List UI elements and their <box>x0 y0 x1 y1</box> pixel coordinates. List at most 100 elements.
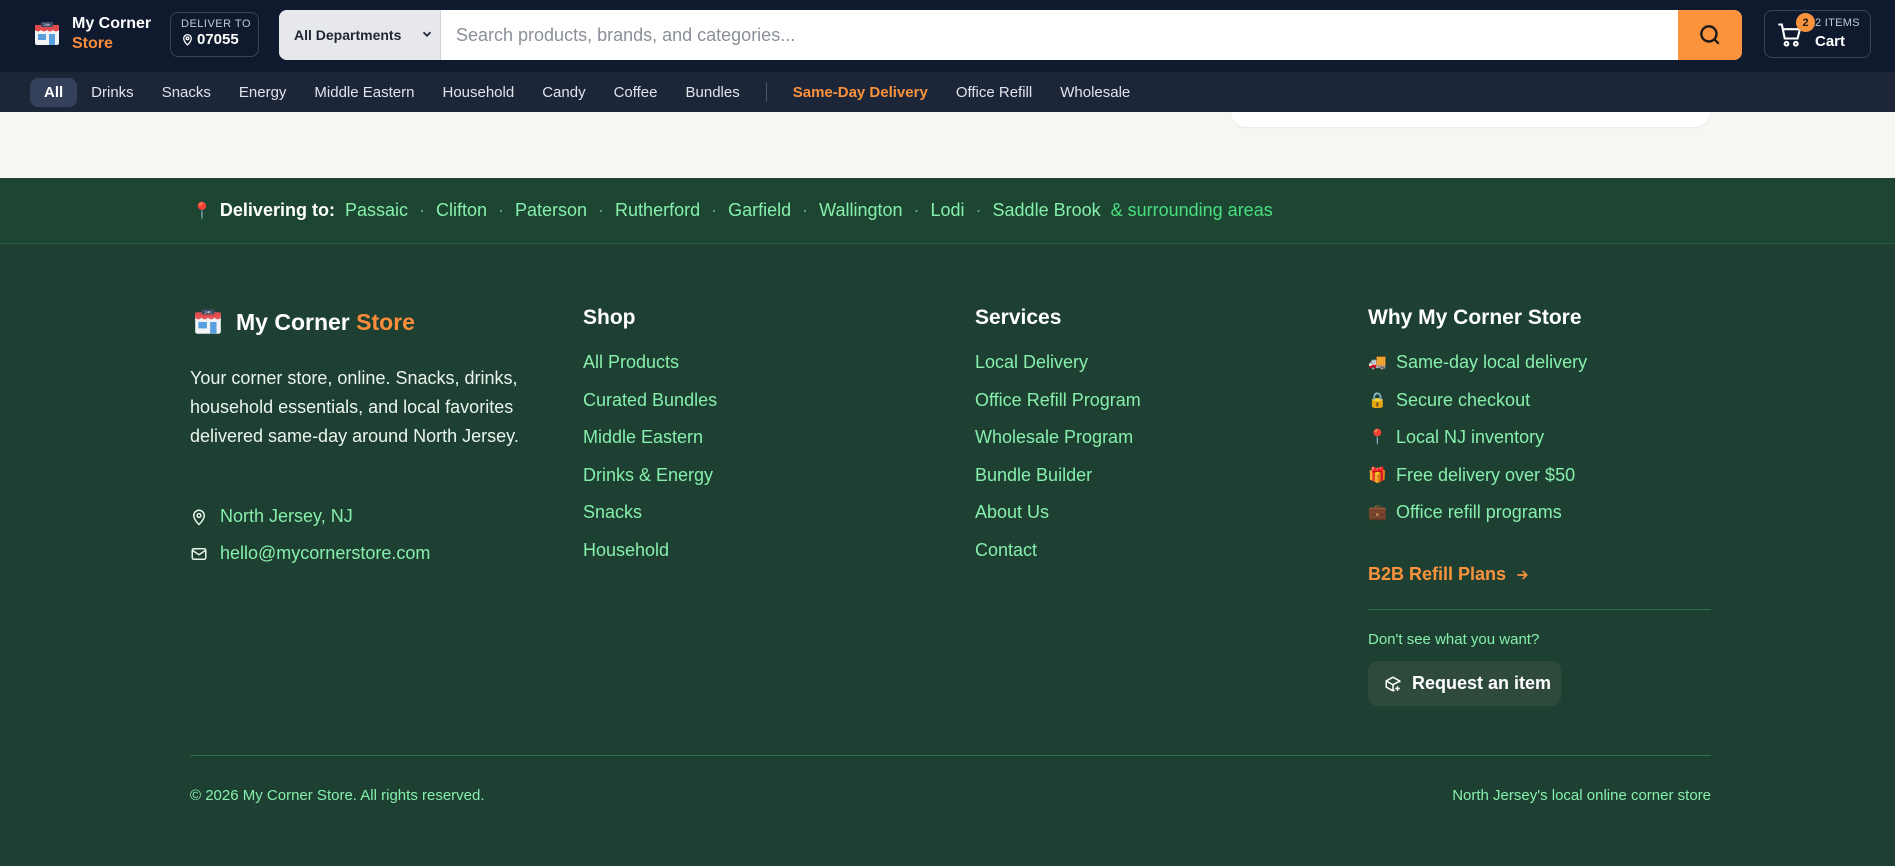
mail-icon <box>191 547 207 560</box>
chevron-down-icon <box>422 31 432 37</box>
footer-link-household[interactable]: Household <box>583 532 717 570</box>
search-input[interactable] <box>441 10 1678 60</box>
why-item: 🎁 Free delivery over $50 <box>1368 457 1711 495</box>
footer-link-middle-eastern[interactable]: Middle Eastern <box>583 419 717 457</box>
search-button[interactable] <box>1678 10 1742 60</box>
b2b-refill-plans-link[interactable]: B2B Refill Plans <box>1368 564 1530 585</box>
footer-brand-name: My Corner Store <box>236 309 415 336</box>
why-item: 📍 Local NJ inventory <box>1368 419 1711 457</box>
surrounding-areas: & surrounding areas <box>1110 200 1273 220</box>
why-item-text: Secure checkout <box>1396 389 1531 410</box>
site-footer: 24h My Corner Store Your corner store, o… <box>0 244 1895 866</box>
delivery-area-strip: 📍 Delivering to: Passaic · Clifton · Pat… <box>0 178 1895 244</box>
content-card-edge <box>1231 112 1710 127</box>
why-item-text: Same-day local delivery <box>1396 352 1588 372</box>
separator-dot: · <box>913 200 920 220</box>
cart-button[interactable]: 2 2 ITEMS Cart <box>1764 10 1871 58</box>
deliver-to-selector[interactable]: DELIVER TO 07055 <box>170 12 259 57</box>
why-item-text: Free delivery over $50 <box>1396 464 1576 485</box>
map-pin-icon <box>183 33 192 46</box>
separator-dot: · <box>418 200 425 220</box>
zip-value: 07055 <box>197 31 239 48</box>
category-tab-drinks[interactable]: Drinks <box>77 78 148 107</box>
footer-link-about-us[interactable]: About Us <box>975 494 1141 532</box>
storefront-icon: 24h <box>195 309 221 334</box>
footer-link-all-products[interactable]: All Products <box>583 344 717 382</box>
request-item-button[interactable]: Request an item <box>1368 661 1561 706</box>
cart-items-count: 2 ITEMS <box>1815 17 1860 29</box>
footer-slogan: North Jersey's local online corner store <box>1452 787 1711 804</box>
truck-icon: 🚚 <box>1368 354 1387 371</box>
separator-dot: · <box>711 200 718 220</box>
package-plus-icon <box>1385 675 1401 692</box>
email-text: hello@mycornerstore.com <box>220 543 431 563</box>
footer-shop-column: Shop All Products Curated Bundles Middle… <box>583 306 717 570</box>
category-tab-household[interactable]: Household <box>428 78 528 107</box>
department-select[interactable]: All Departments <box>279 10 441 60</box>
separator-dot: · <box>975 200 982 220</box>
footer-link-local-delivery[interactable]: Local Delivery <box>975 344 1141 382</box>
svg-text:24h: 24h <box>44 23 51 27</box>
zip-code: 07055 <box>181 31 258 48</box>
separator-dot: · <box>498 200 504 220</box>
delivery-town: Saddle Brook <box>992 200 1101 220</box>
briefcase-icon: 💼 <box>1368 504 1387 522</box>
why-item-text: Local NJ inventory <box>1396 427 1545 448</box>
category-tab-middle-eastern[interactable]: Middle Eastern <box>300 78 428 107</box>
category-nav: All Drinks Snacks Energy Middle Eastern … <box>0 72 1895 112</box>
footer-location: North Jersey, NJ <box>190 506 353 527</box>
delivery-town: Rutherford <box>615 200 701 220</box>
footer-link-snacks[interactable]: Snacks <box>583 494 717 532</box>
cart-count-badge: 2 <box>1796 13 1815 32</box>
nav-same-day-delivery[interactable]: Same-Day Delivery <box>779 78 942 107</box>
logo-text: My Corner Store <box>72 14 151 54</box>
footer-link-contact[interactable]: Contact <box>975 532 1141 570</box>
cart-label: Cart <box>1815 33 1846 50</box>
request-item-label: Request an item <box>1412 673 1552 693</box>
arrow-right-icon <box>1517 569 1528 580</box>
footer-brand[interactable]: 24h My Corner Store <box>192 306 415 338</box>
shop-heading: Shop <box>583 306 636 329</box>
category-tab-bundles[interactable]: Bundles <box>672 78 754 107</box>
why-item: 🚚 Same-day local delivery <box>1368 344 1711 382</box>
logo-line2: Store <box>72 35 113 52</box>
lock-icon: 🔒 <box>1368 391 1387 409</box>
category-tab-candy[interactable]: Candy <box>528 78 599 107</box>
top-header: 24h My Corner Store DELIVER TO 07055 All… <box>0 0 1895 72</box>
brand-accent: Store <box>356 308 415 335</box>
nav-wholesale[interactable]: Wholesale <box>1046 78 1144 107</box>
delivery-town: Clifton <box>435 200 487 220</box>
map-pin-icon: 📍 <box>192 202 212 220</box>
why-item-text: Office refill programs <box>1396 502 1562 523</box>
footer-link-curated-bundles[interactable]: Curated Bundles <box>583 382 717 420</box>
footer-tagline: Your corner store, online. Snacks, drink… <box>190 368 519 446</box>
location-text: North Jersey, NJ <box>220 506 353 526</box>
delivery-town: Passaic <box>344 200 408 220</box>
delivery-town: Wallington <box>819 200 903 220</box>
site-logo[interactable]: 24h My Corner Store <box>32 14 151 54</box>
footer-link-bundle-builder[interactable]: Bundle Builder <box>975 457 1141 495</box>
delivery-town: Paterson <box>515 200 588 220</box>
dont-see-prompt: Don't see what you want? <box>1368 631 1540 648</box>
page-content-bottom <box>0 112 1895 178</box>
category-tab-energy[interactable]: Energy <box>225 78 301 107</box>
footer-email-link[interactable]: hello@mycornerstore.com <box>190 543 430 564</box>
footer-link-wholesale-program[interactable]: Wholesale Program <box>975 419 1141 457</box>
footer-link-office-refill-program[interactable]: Office Refill Program <box>975 382 1141 420</box>
divider <box>1368 609 1711 610</box>
delivery-town: Lodi <box>930 200 965 220</box>
category-tab-coffee[interactable]: Coffee <box>600 78 672 107</box>
delivering-to-label: Delivering to: <box>219 200 335 220</box>
footer-services-column: Services Local Delivery Office Refill Pr… <box>975 306 1141 570</box>
category-tab-snacks[interactable]: Snacks <box>148 78 225 107</box>
b2b-label: B2B Refill Plans <box>1368 564 1507 584</box>
nav-office-refill[interactable]: Office Refill <box>942 78 1046 107</box>
services-heading: Services <box>975 306 1062 329</box>
separator-dot: · <box>802 200 809 220</box>
deliver-to-label: DELIVER TO <box>181 18 252 30</box>
copyright-text: © 2026 My Corner Store. All rights reser… <box>190 787 485 804</box>
footer-link-drinks-energy[interactable]: Drinks & Energy <box>583 457 717 495</box>
map-pin-icon <box>192 509 206 526</box>
category-tab-all[interactable]: All <box>30 77 78 107</box>
svg-text:24h: 24h <box>204 310 212 314</box>
